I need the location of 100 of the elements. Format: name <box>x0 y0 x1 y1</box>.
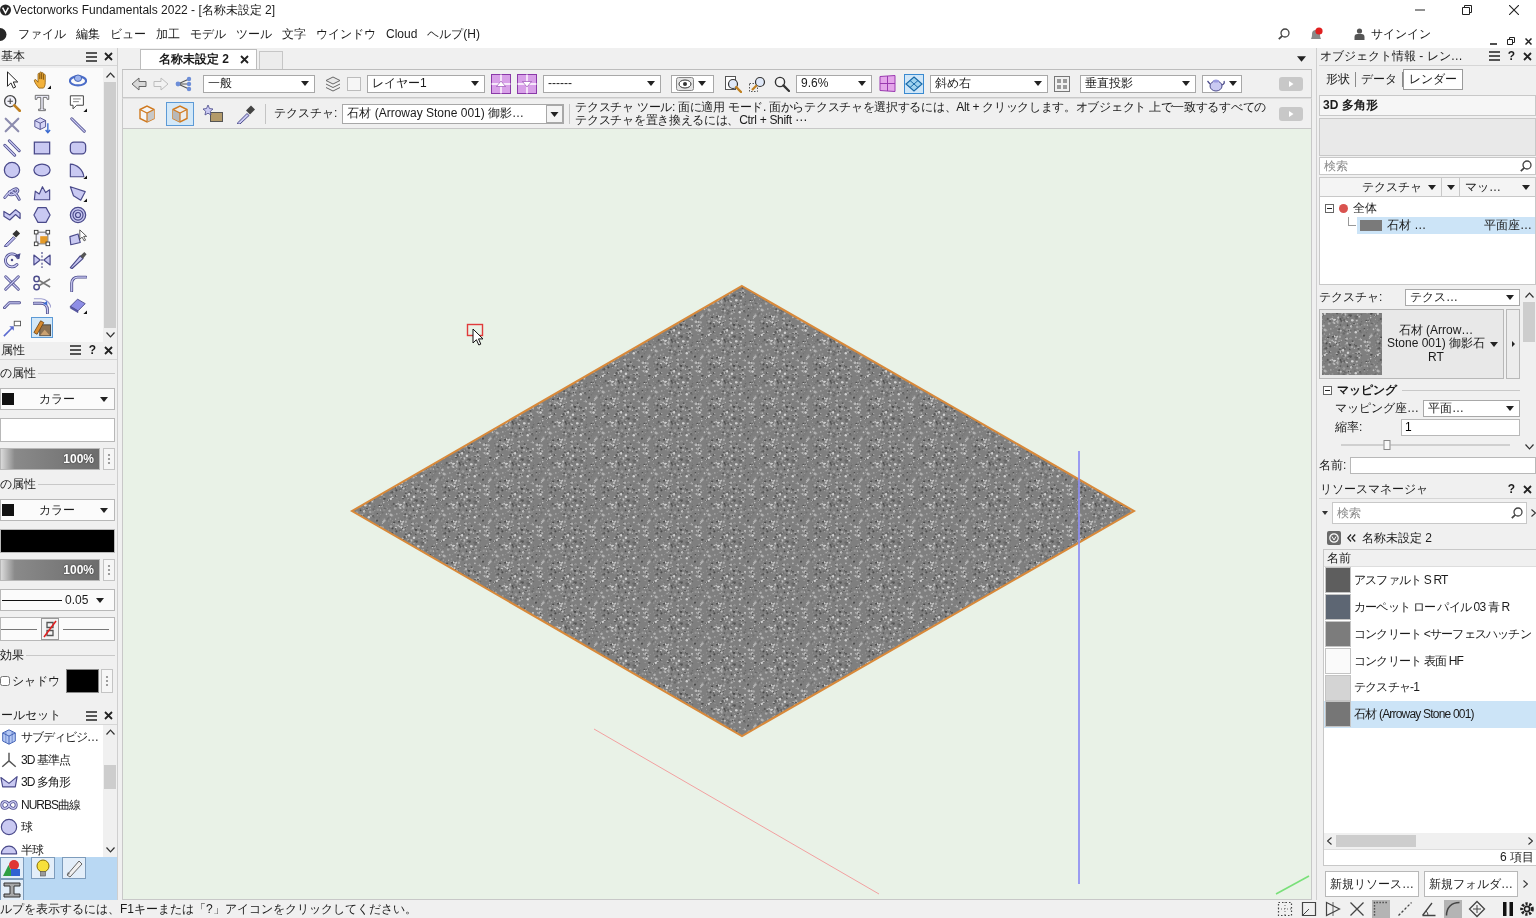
tool-button[interactable] <box>31 204 53 226</box>
restore-icon[interactable] <box>1462 5 1472 15</box>
menu-icon[interactable] <box>1488 51 1500 62</box>
arc-icon[interactable] <box>1444 900 1462 918</box>
help-button[interactable]: ? <box>1506 482 1516 497</box>
close-icon[interactable] <box>104 52 113 61</box>
tool-button[interactable] <box>31 227 53 249</box>
search-field[interactable]: 検索 <box>1319 157 1536 175</box>
column-header[interactable]: マッ… <box>1460 178 1535 196</box>
notification-bell-icon[interactable] <box>1309 27 1323 41</box>
scrollbar[interactable] <box>103 725 117 857</box>
class-dropdown[interactable]: 一般 <box>203 74 315 93</box>
column-header[interactable]: 名前 <box>1324 550 1536 567</box>
tool-button[interactable] <box>1 249 23 271</box>
menu-item[interactable]: ファイル <box>13 23 71 45</box>
layers-icon[interactable] <box>325 75 341 92</box>
view-dropdown[interactable]: 斜め右 <box>930 74 1048 93</box>
fill-color-field[interactable] <box>0 418 115 442</box>
tool-set-item[interactable]: NURBS曲線 <box>0 793 103 816</box>
scroll-up-icon[interactable] <box>105 72 115 78</box>
menu-item[interactable]: 加工 <box>151 23 185 45</box>
back-arrow-icon[interactable] <box>131 76 147 91</box>
projection-dropdown[interactable]: 垂直投影 <box>1080 74 1196 93</box>
panel-tab[interactable]: レンダー <box>1403 69 1463 90</box>
square-corner-icon[interactable] <box>1300 900 1318 918</box>
resource-item[interactable]: カーペット ロー パイル 03 青 R <box>1324 593 1536 621</box>
scrollbar[interactable] <box>1324 833 1536 849</box>
tool-button[interactable] <box>31 317 53 339</box>
zoom-dropdown[interactable]: 9.6% <box>796 74 872 93</box>
mapping-dropdown[interactable]: 平面… <box>1423 399 1520 417</box>
layer-dropdown[interactable]: レイヤー1 <box>367 74 485 93</box>
node-tree-icon[interactable] <box>175 75 193 92</box>
tool-button[interactable] <box>67 92 89 114</box>
tool-set-item[interactable]: 3D 基準点 <box>0 748 103 771</box>
scroll-down-icon[interactable] <box>1524 444 1534 450</box>
right-chevron-icon[interactable] <box>1531 509 1536 517</box>
shadow-color-field[interactable] <box>66 669 99 693</box>
resource-item[interactable]: 石材 (Arroway Stone 001) <box>1324 701 1536 728</box>
shadow-checkbox[interactable] <box>0 676 10 686</box>
resource-item[interactable]: アスファルト S RT <box>1324 567 1536 594</box>
dropdown[interactable]: ------ <box>543 74 661 93</box>
scrollbar-thumb[interactable] <box>104 765 116 789</box>
menu-item[interactable]: ツール <box>231 23 277 45</box>
isometric-grid-icon[interactable] <box>904 73 924 94</box>
tool-button[interactable] <box>67 249 89 271</box>
settings-icon[interactable] <box>1520 902 1534 916</box>
tool-button[interactable] <box>1 92 23 114</box>
new-resource-button[interactable]: 新規リソース… <box>1325 871 1419 897</box>
color-type-dropdown[interactable]: カラー <box>0 388 115 410</box>
opacity-slider[interactable]: 100% <box>0 448 100 470</box>
help-button[interactable]: ? <box>87 343 97 358</box>
collapse-icon[interactable] <box>1325 204 1334 213</box>
caret-icon[interactable] <box>1297 56 1306 62</box>
angle-icon[interactable] <box>1420 900 1438 918</box>
search-icon[interactable] <box>1511 507 1523 519</box>
pause-icon[interactable] <box>1502 902 1514 916</box>
close-icon[interactable] <box>104 711 113 720</box>
tool-set-item[interactable]: 半球 <box>0 838 103 857</box>
tool-set-item[interactable]: サブディビジ… <box>0 726 103 749</box>
scroll-down-icon[interactable] <box>105 847 115 853</box>
menu-icon[interactable] <box>69 345 81 356</box>
search-icon[interactable] <box>1278 28 1290 40</box>
double-chevron-icon[interactable] <box>1347 534 1356 542</box>
scrollbar[interactable] <box>103 68 117 342</box>
zoom-page-icon[interactable] <box>724 74 742 93</box>
close-icon[interactable] <box>240 55 249 64</box>
dotted-corner-icon[interactable] <box>1372 900 1390 918</box>
window-panes-up-icon[interactable] <box>491 73 511 94</box>
steel-beam-icon[interactable] <box>0 879 24 901</box>
opacity-slider[interactable]: 100% <box>0 559 100 581</box>
caret-icon[interactable] <box>1322 511 1328 515</box>
tool-button[interactable] <box>1 159 23 181</box>
column-header[interactable]: テクスチャ <box>1320 178 1442 196</box>
panel-grid-icon[interactable] <box>1054 75 1070 92</box>
zoom-selection-icon[interactable] <box>748 74 768 93</box>
menu-item[interactable]: ビュー <box>105 23 151 45</box>
close-icon[interactable] <box>104 346 113 355</box>
tree-row[interactable]: 石材 … 平面座… <box>1357 217 1535 234</box>
tool-set-item[interactable]: 球 <box>0 816 103 839</box>
broken-link-icon[interactable] <box>41 618 59 640</box>
tree-row[interactable]: 全体 <box>1320 200 1535 217</box>
scroll-up-icon[interactable] <box>1524 292 1534 298</box>
menu-item[interactable]: 編集 <box>71 23 105 45</box>
scroll-right-icon[interactable] <box>1528 837 1533 845</box>
slider-thumb[interactable] <box>1383 440 1391 450</box>
close-icon[interactable] <box>1525 38 1532 45</box>
resource-item[interactable]: コンクリート 表面 HF <box>1324 647 1536 675</box>
visibility-dropdown[interactable] <box>671 74 714 93</box>
collapse-icon[interactable] <box>1323 386 1332 395</box>
texture-selector[interactable]: 石材 (Arrow… Stone 001) 御影石 RT <box>1319 309 1504 379</box>
tool-button[interactable] <box>67 204 89 226</box>
name-field[interactable] <box>1350 456 1536 474</box>
close-icon[interactable] <box>1523 485 1532 494</box>
menu-item[interactable]: Cloud <box>381 23 423 45</box>
menu-item[interactable]: ヘルプ(H) <box>422 23 486 45</box>
color-shapes-icon[interactable] <box>0 857 24 879</box>
document-tab[interactable]: 名称未設定 2 <box>140 49 257 69</box>
menu-item[interactable]: モデル <box>185 23 231 45</box>
cross-icon[interactable] <box>1348 900 1366 918</box>
resource-item[interactable]: テクスチャ-1 <box>1324 674 1536 701</box>
